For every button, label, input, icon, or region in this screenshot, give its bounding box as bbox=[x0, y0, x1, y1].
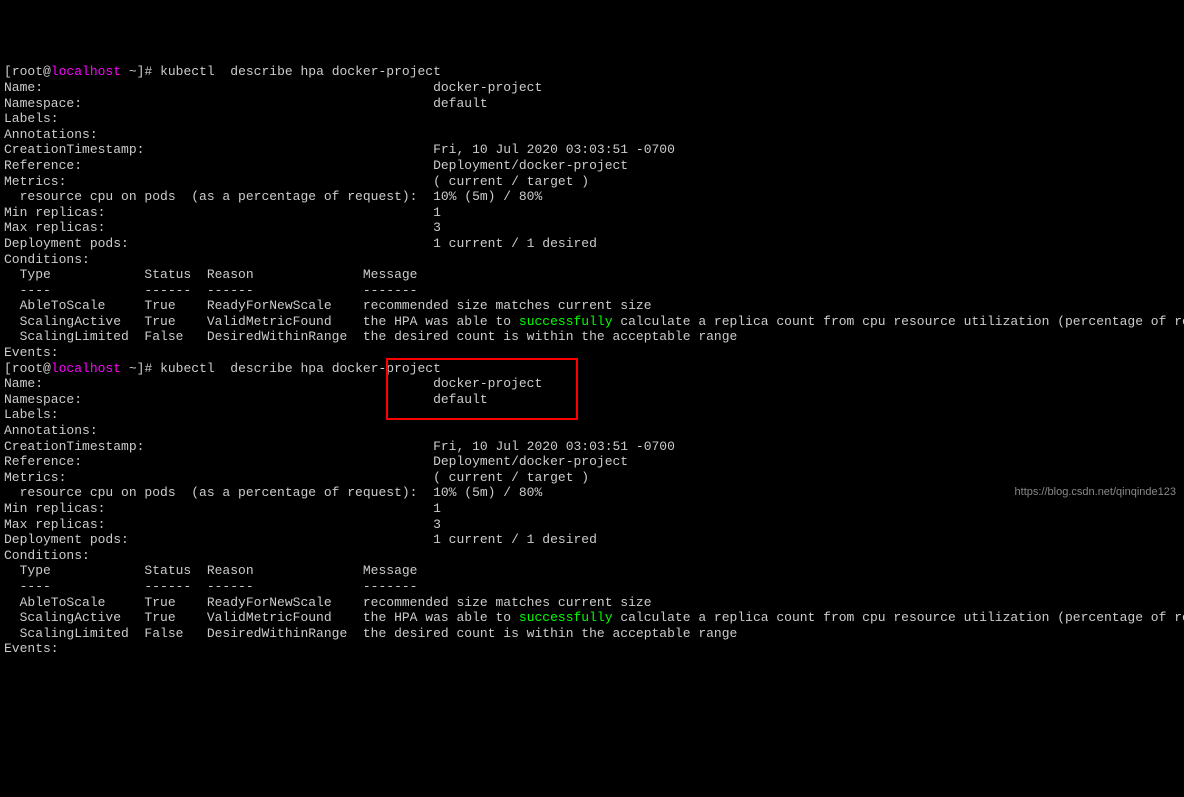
kv-line: Metrics: ( current / target ) bbox=[4, 470, 1180, 486]
cond-row: AbleToScale True ReadyForNewScale recomm… bbox=[4, 298, 1180, 314]
conditions-label: Conditions: bbox=[4, 548, 1180, 564]
kv-line: resource cpu on pods (as a percentage of… bbox=[4, 189, 1180, 205]
cond-header: Type Status Reason Message bbox=[4, 267, 1180, 283]
cond-row: AbleToScale True ReadyForNewScale recomm… bbox=[4, 595, 1180, 611]
kv-line: CreationTimestamp: Fri, 10 Jul 2020 03:0… bbox=[4, 142, 1180, 158]
cond-row: ScalingActive True ValidMetricFound the … bbox=[4, 610, 1180, 626]
prompt-line[interactable]: [root@localhost ~]# kubectl describe hpa… bbox=[4, 361, 1180, 377]
events-line: Events: bbox=[4, 641, 1180, 657]
cond-dash: ---- ------ ------ ------- bbox=[4, 283, 1180, 299]
prompt-line[interactable]: [root@localhost ~]# kubectl describe hpa… bbox=[4, 64, 1180, 80]
kv-line: Namespace: default bbox=[4, 96, 1180, 112]
kv-line: Labels: bbox=[4, 111, 1180, 127]
kv-line: Deployment pods: 1 current / 1 desired bbox=[4, 532, 1180, 548]
kv-line: CreationTimestamp: Fri, 10 Jul 2020 03:0… bbox=[4, 439, 1180, 455]
cond-row: ScalingActive True ValidMetricFound the … bbox=[4, 314, 1180, 330]
watermark: https://blog.csdn.net/qinqinde123 bbox=[1015, 486, 1176, 499]
cond-row: ScalingLimited False DesiredWithinRange … bbox=[4, 329, 1180, 345]
cond-header: Type Status Reason Message bbox=[4, 563, 1180, 579]
kv-line: resource cpu on pods (as a percentage of… bbox=[4, 485, 1180, 501]
kv-line: Labels: bbox=[4, 407, 1180, 423]
cond-dash: ---- ------ ------ ------- bbox=[4, 579, 1180, 595]
kv-line: Max replicas: 3 bbox=[4, 517, 1180, 533]
kv-line: Min replicas: 1 bbox=[4, 205, 1180, 221]
kv-line: Namespace: default bbox=[4, 392, 1180, 408]
conditions-label: Conditions: bbox=[4, 252, 1180, 268]
events-line: Events: bbox=[4, 345, 1180, 361]
kv-line: Metrics: ( current / target ) bbox=[4, 174, 1180, 190]
kv-line: Reference: Deployment/docker-project bbox=[4, 158, 1180, 174]
kv-line: Annotations: bbox=[4, 423, 1180, 439]
kv-line: Deployment pods: 1 current / 1 desired bbox=[4, 236, 1180, 252]
kv-line: Min replicas: 1 bbox=[4, 501, 1180, 517]
kv-line: Annotations: bbox=[4, 127, 1180, 143]
cond-row: ScalingLimited False DesiredWithinRange … bbox=[4, 626, 1180, 642]
kv-line: Reference: Deployment/docker-project bbox=[4, 454, 1180, 470]
kv-line: Name: docker-project bbox=[4, 80, 1180, 96]
kv-line: Name: docker-project bbox=[4, 376, 1180, 392]
kv-line: Max replicas: 3 bbox=[4, 220, 1180, 236]
